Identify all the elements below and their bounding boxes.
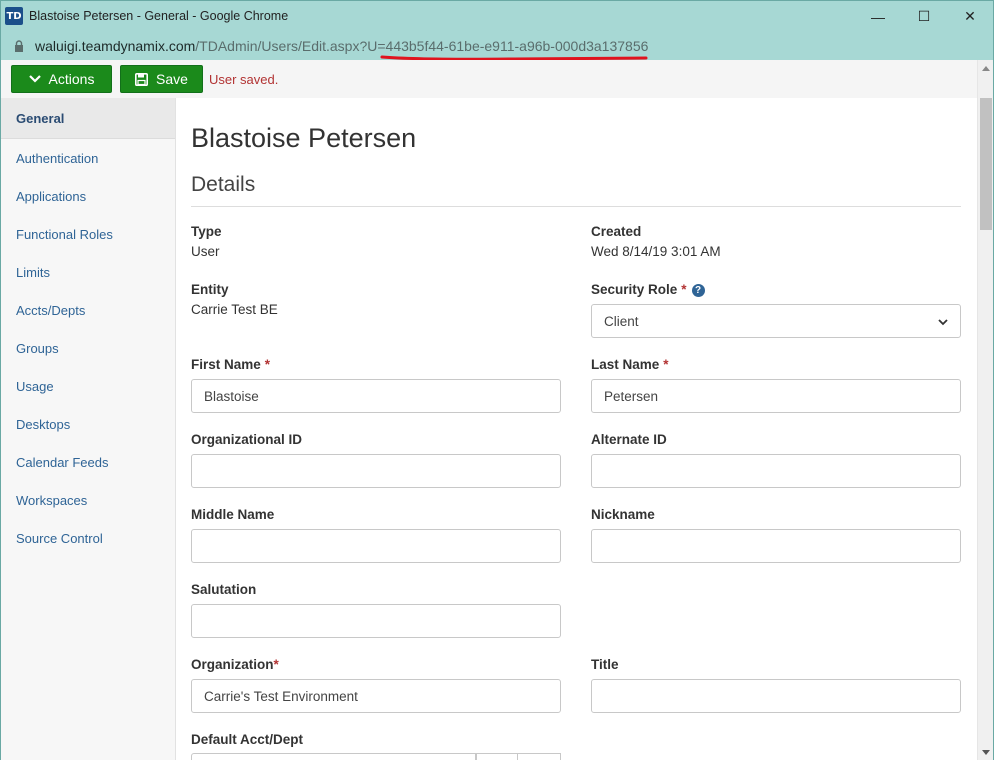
last-name-label-text: Last Name bbox=[591, 357, 660, 372]
last-name-label: Last Name * bbox=[591, 357, 669, 372]
organizational-id-field[interactable] bbox=[191, 454, 561, 488]
status-message: User saved. bbox=[209, 71, 279, 87]
toolbar: Actions Save User saved. bbox=[1, 60, 977, 98]
required-marker: * bbox=[663, 357, 669, 372]
sidebar-item-groups[interactable]: Groups bbox=[1, 329, 175, 367]
actions-label: Actions bbox=[48, 71, 95, 87]
security-role-label-text: Security Role bbox=[591, 282, 678, 297]
sidebar-item-source-control[interactable]: Source Control bbox=[1, 519, 175, 557]
nickname-label: Nickname bbox=[591, 507, 655, 522]
middle-name-field[interactable] bbox=[191, 529, 561, 563]
created-label: Created bbox=[591, 224, 642, 239]
last-name-field[interactable]: Petersen bbox=[591, 379, 961, 413]
default-acct-dept-label: Default Acct/Dept bbox=[191, 732, 304, 747]
url-path: /TDAdmin/Users/Edit.aspx?U=443b5f44-61be… bbox=[195, 37, 649, 54]
sidebar-item-workspaces[interactable]: Workspaces bbox=[1, 481, 175, 519]
salutation-field[interactable] bbox=[191, 604, 561, 638]
floppy-disk-icon bbox=[135, 72, 149, 86]
section-divider bbox=[191, 206, 961, 207]
required-marker: * bbox=[264, 357, 271, 372]
scroll-up-arrow-icon[interactable] bbox=[978, 60, 994, 76]
default-acct-dept-lookup-button[interactable] bbox=[476, 753, 518, 760]
created-value: Wed 8/14/19 3:01 AM bbox=[591, 244, 721, 259]
sidebar-item-applications[interactable]: Applications bbox=[1, 177, 175, 215]
save-button[interactable]: Save bbox=[120, 65, 203, 93]
salutation-label: Salutation bbox=[191, 582, 257, 597]
chevron-down-icon bbox=[938, 314, 948, 329]
security-role-selected: Client bbox=[604, 313, 639, 329]
default-acct-dept-field[interactable] bbox=[191, 753, 476, 760]
window-controls: — ☐ ✕ bbox=[855, 1, 993, 32]
url-text[interactable]: waluigi.teamdynamix.com/TDAdmin/Users/Ed… bbox=[35, 38, 648, 54]
sidebar-item-usage[interactable]: Usage bbox=[1, 367, 175, 405]
sidebar-item-authentication[interactable]: Authentication bbox=[1, 139, 175, 177]
sidebar-item-limits[interactable]: Limits bbox=[1, 253, 175, 291]
organization-field[interactable]: Carrie's Test Environment bbox=[191, 679, 561, 713]
alternate-id-field[interactable] bbox=[591, 454, 961, 488]
lock-icon bbox=[13, 39, 25, 53]
sidebar-nav: General Authentication Applications Func… bbox=[1, 98, 176, 760]
entity-label: Entity bbox=[191, 282, 229, 297]
type-value: User bbox=[191, 244, 220, 259]
sidebar-item-accts-depts[interactable]: Accts/Depts bbox=[1, 291, 175, 329]
required-marker: * bbox=[681, 282, 687, 297]
alternate-id-label: Alternate ID bbox=[591, 432, 667, 447]
organizational-id-label: Organizational ID bbox=[191, 432, 303, 447]
window-titlebar: TD Blastoise Petersen - General - Google… bbox=[0, 0, 994, 31]
organization-label: Organization* bbox=[191, 657, 279, 672]
minimize-button[interactable]: — bbox=[855, 1, 901, 32]
chevron-down-icon bbox=[28, 75, 41, 83]
type-label: Type bbox=[191, 224, 222, 239]
organization-label-text: Organization bbox=[191, 657, 274, 672]
scroll-down-arrow-icon[interactable] bbox=[978, 744, 994, 760]
sidebar-item-functional-roles[interactable]: Functional Roles bbox=[1, 215, 175, 253]
sidebar-item-general[interactable]: General bbox=[1, 98, 175, 139]
save-label: Save bbox=[156, 71, 188, 87]
url-host: waluigi.teamdynamix.com bbox=[35, 37, 196, 54]
required-marker: * bbox=[273, 657, 279, 672]
title-label: Title bbox=[591, 657, 619, 672]
close-button[interactable]: ✕ bbox=[947, 1, 993, 32]
page-title: Blastoise Petersen bbox=[191, 123, 417, 153]
first-name-label: First Name * bbox=[191, 357, 270, 372]
sidebar-item-desktops[interactable]: Desktops bbox=[1, 405, 175, 443]
vertical-scrollbar[interactable] bbox=[977, 60, 993, 760]
first-name-field[interactable]: Blastoise bbox=[191, 379, 561, 413]
nickname-field[interactable] bbox=[591, 529, 961, 563]
security-role-label: Security Role *? bbox=[591, 282, 705, 297]
actions-button[interactable]: Actions bbox=[11, 65, 112, 93]
window-title: Blastoise Petersen - General - Google Ch… bbox=[29, 9, 289, 23]
maximize-button[interactable]: ☐ bbox=[901, 1, 947, 32]
first-name-label-text: First Name bbox=[191, 357, 261, 372]
title-field[interactable] bbox=[591, 679, 961, 713]
teamdynamix-logo-icon: TD bbox=[5, 7, 23, 25]
default-acct-dept-clear-button[interactable] bbox=[518, 753, 561, 760]
scrollbar-thumb[interactable] bbox=[980, 98, 992, 230]
security-role-select[interactable]: Client bbox=[591, 304, 961, 338]
entity-value: Carrie Test BE bbox=[191, 302, 278, 317]
main-content: Blastoise Petersen Details Type User Cre… bbox=[176, 98, 977, 760]
middle-name-label: Middle Name bbox=[191, 507, 275, 522]
section-title-details: Details bbox=[191, 173, 256, 196]
sidebar-item-calendar-feeds[interactable]: Calendar Feeds bbox=[1, 443, 175, 481]
help-icon[interactable]: ? bbox=[691, 284, 705, 297]
